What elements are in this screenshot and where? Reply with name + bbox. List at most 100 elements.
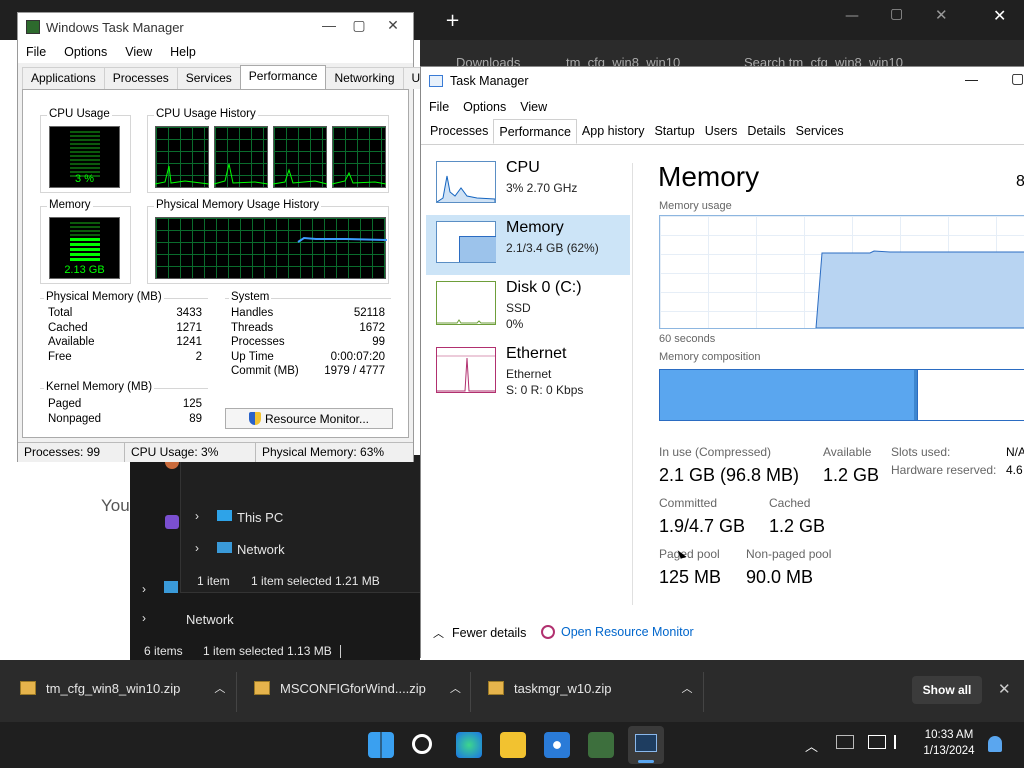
- tab-performance[interactable]: Performance: [493, 119, 577, 144]
- menu-help[interactable]: Help: [170, 45, 196, 59]
- file-explorer-icon[interactable]: [500, 732, 526, 758]
- status-selected: 1 item selected 1.21 MB: [251, 574, 380, 588]
- cloud-offline-icon[interactable]: [836, 735, 854, 749]
- km-row-value: 89: [189, 413, 202, 425]
- clock-time[interactable]: 10:33 AM: [918, 729, 980, 741]
- download-item[interactable]: tm_cfg_win8_win10.zip ︿: [20, 680, 225, 696]
- nav-item-network[interactable]: Network: [186, 612, 234, 627]
- sidebar-item-ethernet[interactable]: Ethernet Ethernet S: 0 R: 0 Kbps: [426, 341, 630, 401]
- sidebar-item-cpu[interactable]: CPU 3% 2.70 GHz: [426, 155, 630, 215]
- maximize-button[interactable]: ▢: [1011, 70, 1024, 87]
- tab-processes[interactable]: Processes: [425, 119, 493, 144]
- chevron-up-icon[interactable]: ︿: [450, 680, 461, 696]
- tab-performance[interactable]: Performance: [239, 65, 327, 89]
- start-windows-icon[interactable]: [368, 732, 394, 758]
- disk-thumbnail: [436, 281, 496, 325]
- minimize-button[interactable]: —: [314, 17, 344, 37]
- kernel-memory-label: Kernel Memory (MB): [44, 381, 155, 393]
- physical-memory-label: Physical Memory (MB): [44, 291, 164, 303]
- resource-monitor-button[interactable]: Resource Monitor...: [225, 408, 393, 429]
- chrome-icon[interactable]: [544, 732, 570, 758]
- chevron-up-icon[interactable]: ︿: [682, 680, 693, 696]
- tab-processes[interactable]: Processes: [103, 67, 178, 89]
- expand-chevron-icon[interactable]: ›: [195, 541, 199, 555]
- tab-details[interactable]: Details: [742, 119, 790, 144]
- menu-file[interactable]: File: [26, 45, 46, 59]
- memory-meter: 2.13 GB: [49, 217, 120, 279]
- zip-file-icon: [254, 681, 270, 695]
- status-bar: Processes: 99 CPU Usage: 3% Physical Mem…: [18, 442, 413, 462]
- expand-chevron-icon[interactable]: ›: [142, 582, 146, 596]
- expand-chevron-icon[interactable]: ›: [142, 611, 146, 625]
- memory-thumb-fill: [459, 236, 496, 262]
- cpu-history-label: CPU Usage History: [154, 108, 258, 120]
- menu-options[interactable]: Options: [64, 45, 107, 59]
- sidebar-title: Disk 0 (C:): [506, 279, 582, 296]
- nav-item-network[interactable]: Network: [237, 542, 285, 557]
- close-download-bar-icon[interactable]: ✕: [998, 680, 1011, 698]
- task-manager-taskbar-button[interactable]: [628, 726, 664, 764]
- available-value: 1.2 GB: [823, 465, 880, 485]
- videos-icon: [165, 515, 179, 529]
- sidebar-item-memory[interactable]: Memory 2.1/3.4 GB (62%): [426, 215, 630, 275]
- memory-usage-label: Memory usage: [659, 200, 732, 212]
- status-item-count: 1 item: [197, 574, 230, 588]
- menu-view[interactable]: View: [125, 45, 152, 59]
- new-tab-button[interactable]: +: [445, 10, 460, 31]
- show-all-button[interactable]: Show all: [912, 676, 982, 704]
- sidebar-item-disk[interactable]: Disk 0 (C:) SSD 0%: [426, 275, 630, 335]
- browser-close-button[interactable]: ✕: [935, 6, 948, 24]
- network-icon[interactable]: [868, 735, 886, 749]
- window-close-icon[interactable]: ✕: [993, 6, 1006, 25]
- performance-panel: CPU Usage 3 % CPU Usage History Memory 2…: [22, 89, 409, 438]
- chevron-up-icon[interactable]: ︿: [805, 736, 818, 755]
- download-item[interactable]: MSCONFIGforWind....zip ︿: [254, 680, 461, 696]
- maximize-button[interactable]: ▢: [344, 17, 374, 37]
- clock-date[interactable]: 1/13/2024: [918, 745, 980, 757]
- task-manager-icon: [26, 20, 40, 34]
- expand-chevron-icon[interactable]: ›: [195, 509, 199, 523]
- sys-row-value: 1672: [359, 322, 385, 334]
- open-resource-monitor-link[interactable]: Open Resource Monitor: [541, 625, 694, 639]
- sidebar-sub: Ethernet: [506, 367, 552, 381]
- edge-beta-icon[interactable]: [456, 732, 482, 758]
- chevron-up-icon[interactable]: ︿: [214, 680, 225, 696]
- minimize-button[interactable]: —: [965, 72, 978, 87]
- menu-file[interactable]: File: [429, 100, 449, 114]
- fewer-details-button[interactable]: ︿ Fewer details: [433, 625, 526, 641]
- tab-services[interactable]: Services: [176, 67, 241, 89]
- cpu-thumbnail: [436, 161, 496, 203]
- tab-networking[interactable]: Networking: [325, 67, 404, 89]
- status-cpu-usage: CPU Usage: 3%: [125, 443, 256, 462]
- classic-task-manager-window: Windows Task Manager — ▢ ✕ File Options …: [17, 12, 452, 462]
- download-item[interactable]: taskmgr_w10.zip ︿: [488, 680, 693, 696]
- pm-row-value: 1241: [176, 336, 202, 348]
- classic-task-manager-taskbar-icon[interactable]: [588, 732, 614, 758]
- menu-bar: File Options View Help: [18, 41, 413, 63]
- close-button[interactable]: ✕: [378, 17, 408, 37]
- browser-maximize-button[interactable]: ▢: [890, 6, 903, 22]
- tab-services[interactable]: Services: [791, 119, 849, 144]
- network-icon: [217, 542, 232, 553]
- slots-used-value: N/A: [1006, 445, 1024, 459]
- nav-item-this-pc[interactable]: This PC: [237, 510, 283, 525]
- browser-minimize-button[interactable]: —: [845, 8, 859, 24]
- sidebar-title: Ethernet: [506, 345, 567, 362]
- tab-applications[interactable]: Applications: [22, 67, 105, 89]
- page-title: Memory: [658, 161, 760, 192]
- hardware-reserved-label: Hardware reserved:: [891, 463, 997, 477]
- tab-app-history[interactable]: App history: [577, 119, 650, 144]
- available-label: Available: [823, 445, 872, 459]
- search-icon[interactable]: [412, 734, 432, 754]
- memory-usage-area: [815, 250, 1024, 328]
- menu-view[interactable]: View: [520, 100, 547, 114]
- tab-startup[interactable]: Startup: [649, 119, 699, 144]
- network-icon: [164, 581, 178, 593]
- volume-muted-icon[interactable]: [894, 735, 908, 749]
- notification-bell-icon[interactable]: [988, 736, 1002, 752]
- tab-strip: Applications Processes Services Performa…: [22, 65, 452, 89]
- km-row-label: Nonpaged: [48, 413, 102, 425]
- menu-options[interactable]: Options: [463, 100, 506, 114]
- tab-users[interactable]: Users: [700, 119, 743, 144]
- sidebar-sub: 3% 2.70 GHz: [506, 181, 578, 195]
